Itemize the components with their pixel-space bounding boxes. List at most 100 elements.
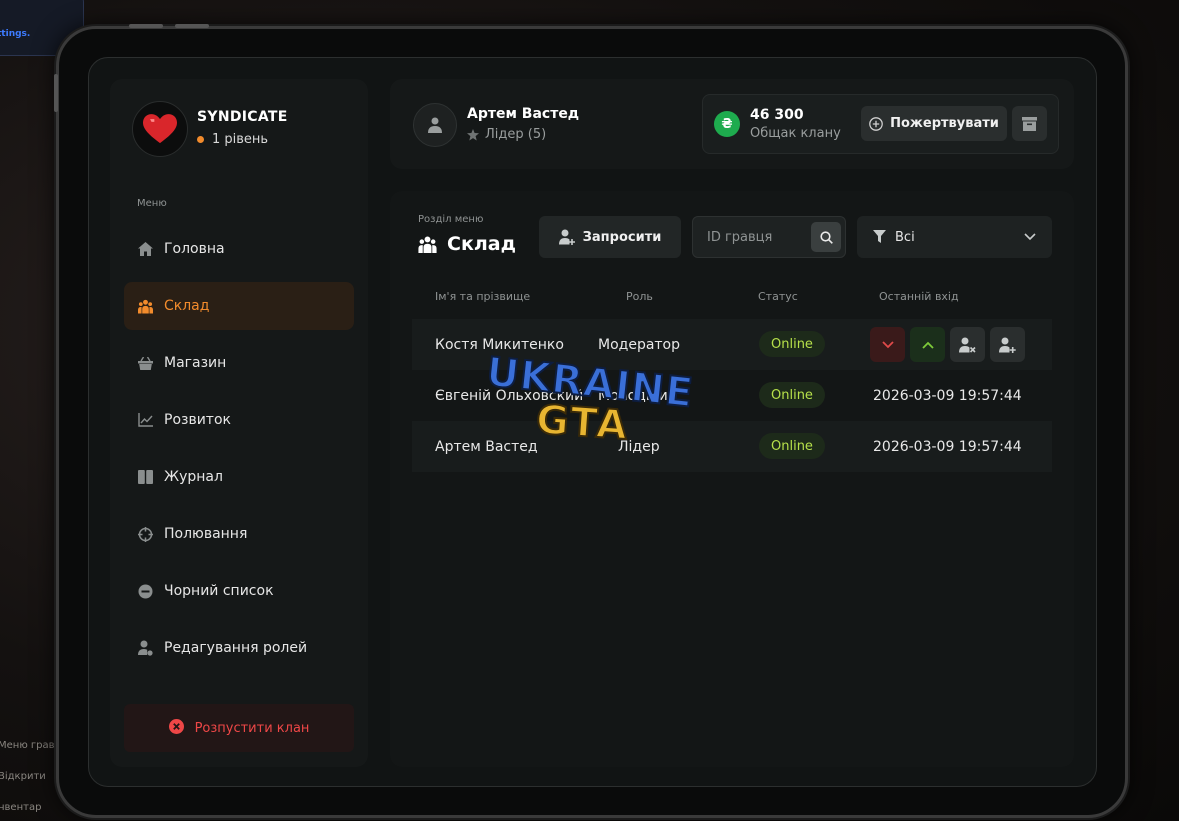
sidebar-item-blacklist[interactable]: Чорний список xyxy=(124,567,354,615)
chevron-down-icon xyxy=(1024,233,1036,241)
bank-label: Общак клану xyxy=(750,126,841,141)
clan-name: SYNDICATE xyxy=(197,109,288,125)
clan-logo xyxy=(132,101,188,157)
donate-label: Пожертвувати xyxy=(890,116,999,131)
sidebar-item-label: Розвиток xyxy=(164,412,231,428)
page-title: Склад xyxy=(418,233,516,255)
member-role: Лідер xyxy=(618,438,660,455)
bank-amount: 46 300 xyxy=(750,107,804,123)
tablet-button xyxy=(129,24,163,28)
plus-circle-icon xyxy=(869,116,883,131)
member-actions xyxy=(870,327,1025,362)
background-hint: нвентар xyxy=(0,802,42,813)
hryvnia-coin-icon: ₴ xyxy=(714,111,740,137)
sidebar-item-shop[interactable]: Магазин xyxy=(124,339,354,387)
add-member-button[interactable] xyxy=(990,327,1025,362)
user-role: Лідер (5) xyxy=(467,127,546,142)
status-badge: Online xyxy=(759,433,825,459)
users-icon xyxy=(418,235,437,253)
sidebar-item-label: Склад xyxy=(164,298,210,314)
member-role: Модератор xyxy=(598,336,681,353)
member-last-login: 2026-03-09 19:57:44 xyxy=(873,438,1022,455)
menu-caption: Меню xyxy=(137,198,167,209)
status-badge: Online xyxy=(759,331,825,357)
table-row[interactable]: Артем Вастед Лідер Online 2026-03-09 19:… xyxy=(412,421,1052,472)
sidebar-item-label: Редагування ролей xyxy=(164,640,308,656)
search-icon xyxy=(819,230,833,244)
user-role-text: Лідер (5) xyxy=(485,127,547,142)
member-role: Молодший xyxy=(598,387,677,404)
background-notice-text: ttings. xyxy=(0,29,31,39)
members-table: Костя Микитенко Модератор Online Євгеній… xyxy=(412,319,1052,472)
sidebar-item-hunting[interactable]: Полювання xyxy=(124,510,354,558)
status-badge: Online xyxy=(759,382,825,408)
search-button[interactable] xyxy=(811,222,841,252)
player-id-search xyxy=(692,216,846,258)
demote-button[interactable] xyxy=(870,327,905,362)
donate-button[interactable]: Пожертвувати xyxy=(861,106,1007,141)
warehouse-panel: Розділ меню Склад Запросити Всі Ім'я та … xyxy=(390,191,1074,767)
chart-icon xyxy=(138,413,153,428)
sidebar-item-development[interactable]: Розвиток xyxy=(124,396,354,444)
chevron-down-icon xyxy=(881,340,894,348)
tablet-button xyxy=(54,74,58,112)
kick-member-button[interactable] xyxy=(950,327,985,362)
star-icon xyxy=(467,128,479,140)
sidebar-item-role-editing[interactable]: Редагування ролей xyxy=(124,624,354,672)
archive-box-icon xyxy=(1022,116,1037,131)
invite-label: Запросити xyxy=(582,229,662,245)
sidebar-item-warehouse[interactable]: Склад xyxy=(124,282,354,330)
sidebar-item-label: Чорний список xyxy=(164,583,274,599)
avatar xyxy=(413,103,457,147)
sidebar-item-label: Полювання xyxy=(164,526,248,542)
role-filter-select[interactable]: Всі xyxy=(857,216,1052,258)
user-plus-icon xyxy=(558,229,575,245)
sidebar-item-journal[interactable]: Журнал xyxy=(124,453,354,501)
close-circle-icon xyxy=(168,718,184,738)
users-icon xyxy=(138,299,153,314)
sidebar: SYNDICATE 1 рівень Меню Головна Склад Ма… xyxy=(110,79,368,767)
user-edit-icon xyxy=(138,640,153,656)
player-id-input[interactable] xyxy=(693,217,809,257)
column-header-status: Статус xyxy=(758,290,798,303)
background-hint: Меню грав xyxy=(0,740,55,751)
filter-icon xyxy=(873,230,886,243)
shop-icon xyxy=(138,356,153,371)
column-header-name: Ім'я та прізвище xyxy=(435,290,531,303)
table-row[interactable]: Костя Микитенко Модератор Online xyxy=(412,319,1052,370)
sidebar-item-label: Магазин xyxy=(164,355,227,371)
filter-value: Всі xyxy=(895,229,915,245)
section-caption: Розділ меню xyxy=(418,214,484,225)
heart-icon xyxy=(143,114,177,144)
storage-box-button[interactable] xyxy=(1012,106,1047,141)
clan-level-text: 1 рівень xyxy=(212,132,269,147)
member-last-login: 2026-03-09 19:57:44 xyxy=(873,387,1022,404)
crosshair-icon xyxy=(138,526,153,542)
clan-bank: ₴ 46 300 Общак клану Пожертвувати xyxy=(702,94,1059,154)
profile-header: Артем Вастед Лідер (5) ₴ 46 300 Общак кл… xyxy=(390,79,1074,169)
user-name: Артем Вастед xyxy=(467,106,580,122)
column-header-role: Роль xyxy=(626,290,653,303)
column-header-last-login: Останній вхід xyxy=(879,290,959,303)
sidebar-item-label: Головна xyxy=(164,241,225,257)
promote-button[interactable] xyxy=(910,327,945,362)
sidebar-item-home[interactable]: Головна xyxy=(124,225,354,273)
disband-clan-button[interactable]: Розпустити клан xyxy=(124,704,354,752)
member-name: Євгеній Ольховский xyxy=(435,387,584,404)
member-name: Костя Микитенко xyxy=(435,336,564,353)
tablet-button xyxy=(175,24,209,28)
home-icon xyxy=(138,242,153,257)
table-row[interactable]: Євгеній Ольховский Молодший Online 2026-… xyxy=(412,370,1052,421)
background-hint: Відкрити xyxy=(0,771,46,782)
level-dot-icon xyxy=(197,136,204,143)
sidebar-item-label: Журнал xyxy=(164,469,223,485)
member-name: Артем Вастед xyxy=(435,438,538,455)
user-remove-icon xyxy=(959,337,976,353)
user-plus-icon xyxy=(999,337,1016,353)
sidebar-menu: Головна Склад Магазин Розвиток Журнал По… xyxy=(124,225,354,681)
invite-button[interactable]: Запросити xyxy=(539,216,681,258)
disband-clan-label: Розпустити клан xyxy=(194,720,310,736)
book-icon xyxy=(138,470,153,485)
page-title-text: Склад xyxy=(447,233,516,255)
chevron-up-icon xyxy=(921,341,934,349)
